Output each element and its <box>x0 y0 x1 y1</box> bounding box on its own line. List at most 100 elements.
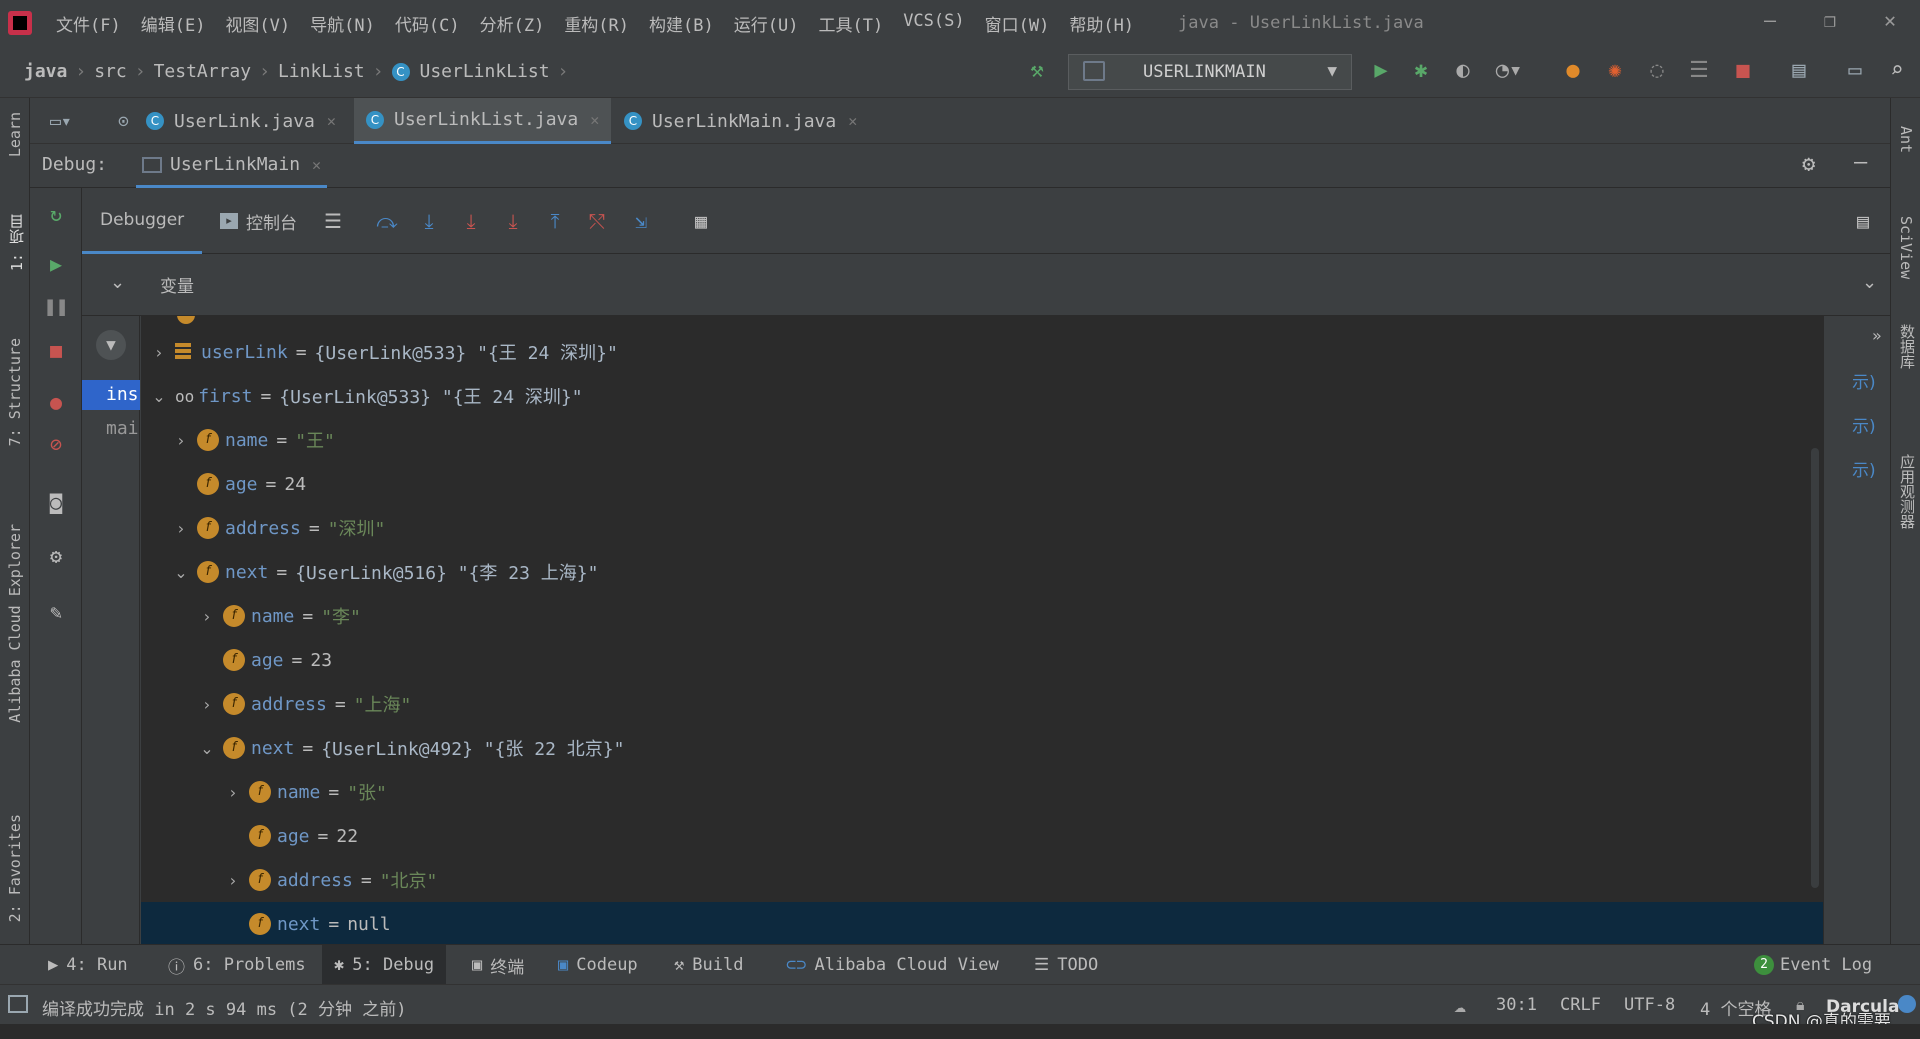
evaluate-expression-icon[interactable]: ▦ <box>688 208 714 234</box>
tab-userlink[interactable]: C UserLink.java ✕ <box>134 98 348 144</box>
tree-row[interactable]: › f name = "李" <box>141 594 1823 638</box>
close-button[interactable]: ✕ <box>1860 0 1920 46</box>
chevron-right-icon[interactable]: › <box>197 607 217 626</box>
menu-build[interactable]: 构建(B) <box>639 11 724 36</box>
run-icon[interactable]: ▶ <box>1366 56 1396 86</box>
tree-row[interactable]: ⌄ f next = {UserLink@516} "{李 23 上海}" <box>141 550 1823 594</box>
search-icon[interactable]: ⌕ <box>1882 56 1912 86</box>
menu-code[interactable]: 代码(C) <box>385 11 470 36</box>
structure-tool-tab[interactable]: 7: Structure <box>6 338 24 446</box>
tab-userlinklist[interactable]: C UserLinkList.java ✕ <box>354 98 612 144</box>
run-config-select[interactable]: USERLINKMAIN ▼ <box>1068 54 1352 90</box>
minimize-panel-icon[interactable]: — <box>1854 150 1867 175</box>
chevron-right-icon[interactable]: › <box>171 519 191 538</box>
tree-row[interactable]: f age = 23 <box>141 638 1823 682</box>
attach-icon[interactable]: ◌ <box>1642 56 1672 86</box>
tree-row[interactable]: › f address = "深圳" <box>141 506 1823 550</box>
expand-right-icon[interactable]: » <box>1872 326 1882 345</box>
line-ending[interactable]: CRLF <box>1560 995 1601 1015</box>
mute-breakpoints-icon[interactable]: ⊘ <box>42 430 70 458</box>
tree-row[interactable]: f age = 24 <box>141 462 1823 506</box>
close-icon[interactable]: ✕ <box>848 112 857 130</box>
tab-codeup[interactable]: ▣ Codeup <box>546 945 650 985</box>
close-icon[interactable]: ✕ <box>312 156 321 174</box>
menu-edit[interactable]: 编辑(E) <box>131 11 216 36</box>
tree-row-selected[interactable]: f next = null <box>141 902 1823 944</box>
step-list-icon[interactable]: ☰ <box>1684 56 1714 86</box>
breadcrumb-item[interactable]: src <box>94 61 127 82</box>
stop-icon[interactable]: ■ <box>1728 56 1758 86</box>
toggle-tool-windows-icon[interactable] <box>8 995 28 1013</box>
project-tool-tab[interactable]: 1: 项目 <box>6 214 27 271</box>
chevron-right-icon[interactable]: › <box>149 343 169 362</box>
terminal-window-icon[interactable]: ▭ <box>1840 56 1870 86</box>
menu-help[interactable]: 帮助(H) <box>1059 11 1144 36</box>
sciview-tool-tab[interactable]: SciView <box>1897 216 1915 279</box>
view-breakpoints-icon[interactable]: ● <box>42 388 70 416</box>
tree-row[interactable]: › f address = "北京" <box>141 858 1823 902</box>
breadcrumb-item[interactable]: TestArray <box>154 61 252 82</box>
tree-row[interactable]: › f name = "张" <box>141 770 1823 814</box>
build-hammer-icon[interactable]: ⚒ <box>1022 56 1052 86</box>
jrebel-debug-icon[interactable]: ✺ <box>1600 56 1630 86</box>
tab-event-log[interactable]: 2 Event Log <box>1742 945 1884 985</box>
gear-icon[interactable]: ⚙ <box>1802 152 1815 177</box>
show-execution-point-icon[interactable]: ⤼ <box>374 208 400 234</box>
tree-row[interactable]: › userLink = {UserLink@533} "{王 24 深圳}" <box>141 330 1823 374</box>
debug-bug-icon[interactable]: ✱ <box>1406 56 1436 86</box>
chevron-down-icon[interactable]: ⌄ <box>171 563 191 582</box>
force-step-into-icon[interactable]: ⤓ <box>500 208 526 234</box>
breadcrumb-item[interactable]: UserLinkList <box>420 61 550 82</box>
filter-icon[interactable]: ▼ <box>96 330 126 360</box>
tree-row[interactable]: › f address = "上海" <box>141 682 1823 726</box>
pause-icon[interactable]: ❚❚ <box>42 292 70 320</box>
app-observer-tool-tab[interactable]: 应用观测器 <box>1897 454 1918 529</box>
frame-item[interactable]: mai <box>82 414 140 444</box>
menu-file[interactable]: 文件(F) <box>46 11 131 36</box>
tab-run[interactable]: ▶ 4: Run <box>36 945 140 985</box>
frames-collapse-icon[interactable]: ⌄ <box>110 272 125 293</box>
chevron-right-icon[interactable]: › <box>223 871 243 890</box>
git-sync-icon[interactable]: ☁ <box>1454 993 1466 1017</box>
project-structure-icon[interactable]: ▤ <box>1784 56 1814 86</box>
menu-view[interactable]: 视图(V) <box>215 11 300 36</box>
tree-row[interactable]: › f name = "王" <box>141 418 1823 462</box>
step-over-icon[interactable]: ⤓ <box>416 208 442 234</box>
restore-layout-icon[interactable]: ▤ <box>1850 208 1876 234</box>
cursor-position[interactable]: 30:1 <box>1496 995 1537 1015</box>
vertical-scrollbar[interactable] <box>1811 448 1819 888</box>
debug-session-tab[interactable]: UserLinkMain ✕ <box>136 144 328 188</box>
project-view-icon[interactable]: ▭▾ <box>38 98 84 144</box>
watches-collapse-icon[interactable]: ⌄ <box>1862 272 1877 293</box>
alibaba-explorer-tool-tab[interactable]: Alibaba Cloud Explorer <box>6 524 24 723</box>
tree-row[interactable]: f age = 22 <box>141 814 1823 858</box>
chevron-down-icon[interactable]: ⌄ <box>197 739 217 758</box>
status-message[interactable]: 编译成功完成 in 2 s 94 ms (2 分钟 之前) <box>42 995 406 1020</box>
tab-debug[interactable]: ✱ 5: Debug <box>322 945 447 985</box>
menu-run[interactable]: 运行(U) <box>724 11 809 36</box>
pin-icon[interactable]: ✎ <box>42 598 70 626</box>
frame-item[interactable]: ins <box>82 380 140 410</box>
close-icon[interactable]: ✕ <box>590 111 599 129</box>
tab-todo[interactable]: ☰ TODO <box>1022 945 1110 985</box>
jrebel-run-icon[interactable]: ● <box>1558 56 1588 86</box>
step-into-icon[interactable]: ⤓ <box>458 208 484 234</box>
menu-navigate[interactable]: 导航(N) <box>300 11 385 36</box>
drop-frame-icon[interactable]: ⤲ <box>584 208 610 234</box>
stop-icon[interactable]: ■ <box>42 336 70 364</box>
chevron-right-icon[interactable]: › <box>197 695 217 714</box>
breadcrumb-item[interactable]: LinkList <box>278 61 365 82</box>
favorites-tool-tab[interactable]: 2: Favorites <box>6 814 24 922</box>
chevron-right-icon[interactable]: › <box>171 431 191 450</box>
close-icon[interactable]: ✕ <box>327 112 336 130</box>
resume-icon[interactable]: ▶ <box>42 250 70 278</box>
file-encoding[interactable]: UTF-8 <box>1624 995 1675 1015</box>
camera-icon[interactable]: ◙ <box>42 488 70 516</box>
tree-row[interactable]: ⌄ oo first = {UserLink@533} "{王 24 深圳}" <box>141 374 1823 418</box>
chevron-down-icon[interactable]: ⌄ <box>149 387 169 406</box>
tab-debugger[interactable]: Debugger <box>82 188 203 254</box>
chevron-right-icon[interactable]: › <box>223 783 243 802</box>
tab-userlinkmain[interactable]: C UserLinkMain.java ✕ <box>612 98 869 144</box>
tab-problems[interactable]: ⓘ 6: Problems <box>156 945 318 985</box>
restore-button[interactable]: ❐ <box>1800 0 1860 46</box>
